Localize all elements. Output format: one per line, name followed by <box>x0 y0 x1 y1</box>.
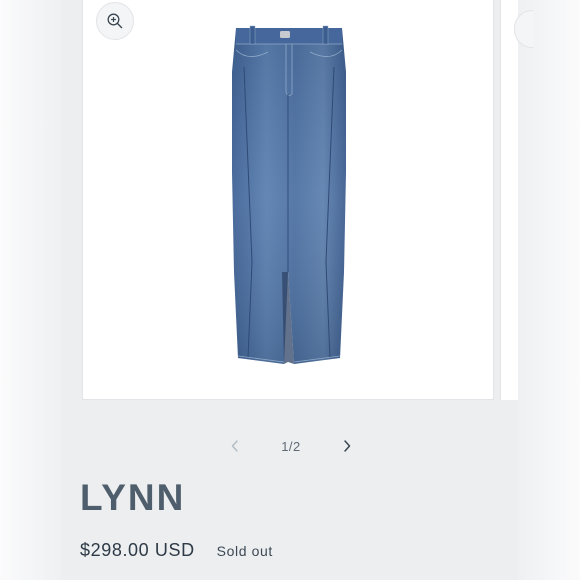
product-image <box>232 25 346 364</box>
previous-slide-button[interactable] <box>218 430 252 462</box>
product-price: $298.00 USD <box>80 540 195 560</box>
zoom-button[interactable] <box>96 2 134 40</box>
chevron-right-icon <box>344 440 351 452</box>
price-row: $298.00 USD Sold out <box>80 540 273 561</box>
right-backdrop <box>518 0 580 580</box>
chevron-left-icon <box>231 440 238 452</box>
left-backdrop <box>0 0 62 580</box>
slide-counter: 1/2 <box>281 438 301 454</box>
next-slide-button[interactable] <box>330 430 364 462</box>
zoom-in-icon <box>107 13 123 29</box>
next-media-card-peek[interactable] <box>500 0 518 400</box>
product-title: LYNN <box>80 477 186 518</box>
gallery-pager: 1/2 <box>218 430 364 462</box>
sold-out-badge: Sold out <box>216 542 273 559</box>
